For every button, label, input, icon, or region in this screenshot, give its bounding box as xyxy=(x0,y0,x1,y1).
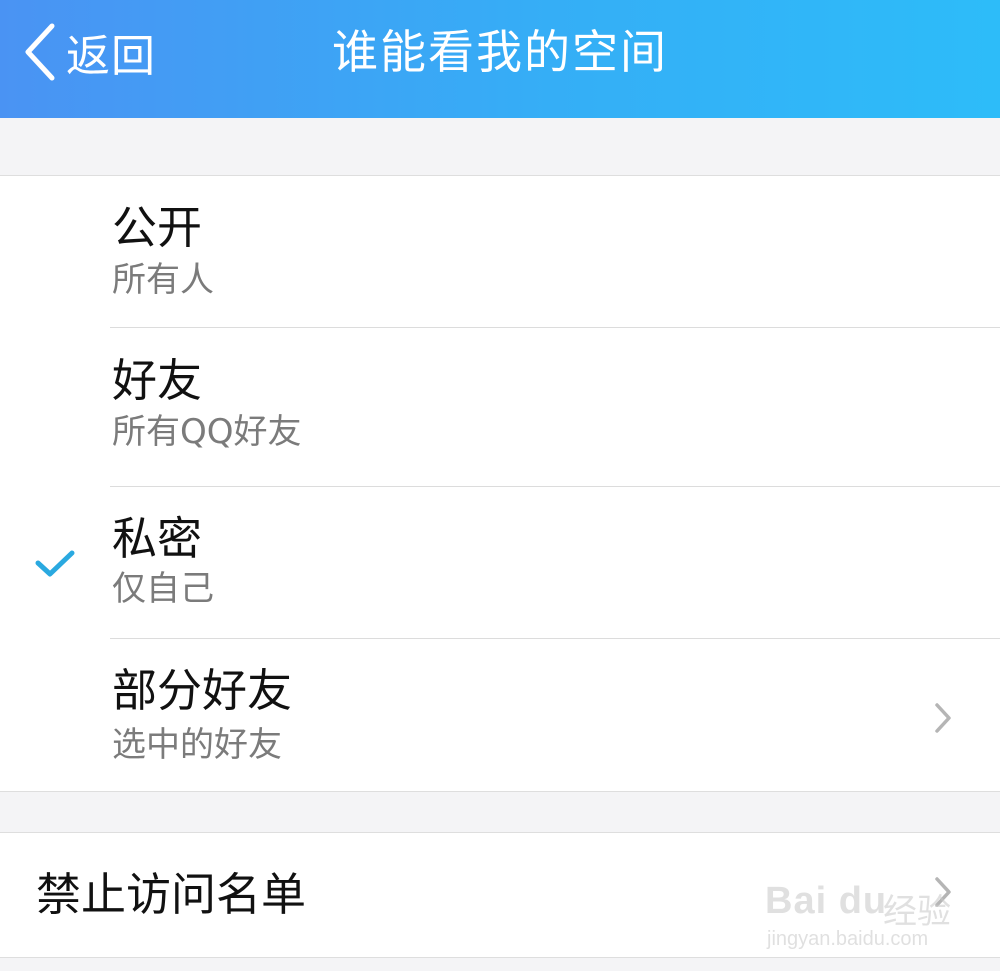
baidu-watermark: Bai du 经验 jingyan.baidu.com xyxy=(765,858,995,958)
option-title: 私密 xyxy=(112,512,203,565)
visibility-options-list: 公开 所有人 好友 所有QQ好友 私密 仅自己 部分好友 选中的好友 xyxy=(0,175,1000,792)
chevron-right-icon xyxy=(930,701,956,739)
option-title: 好友 xyxy=(112,354,203,407)
option-public[interactable]: 公开 所有人 xyxy=(0,176,1000,327)
watermark-logo-cn: 经验 xyxy=(883,892,951,932)
option-title: 部分好友 xyxy=(112,664,293,717)
title-bar: 返回 谁能看我的空间 xyxy=(0,0,1000,118)
page-title: 谁能看我的空间 xyxy=(332,25,668,79)
option-subtitle: 所有QQ好友 xyxy=(112,412,302,452)
watermark-logo: Bai du xyxy=(765,880,888,922)
watermark-url: jingyan.baidu.com xyxy=(767,928,929,950)
option-title: 公开 xyxy=(112,201,203,254)
option-subtitle: 仅自己 xyxy=(112,569,214,609)
blocked-list-label: 禁止访问名单 xyxy=(36,868,307,921)
option-some-friends[interactable]: 部分好友 选中的好友 xyxy=(0,639,1000,791)
option-friends[interactable]: 好友 所有QQ好友 xyxy=(0,328,1000,486)
option-subtitle: 所有人 xyxy=(112,260,214,300)
option-subtitle: 选中的好友 xyxy=(112,725,282,765)
checkmark-icon xyxy=(34,549,76,583)
option-private[interactable]: 私密 仅自己 xyxy=(0,487,1000,638)
